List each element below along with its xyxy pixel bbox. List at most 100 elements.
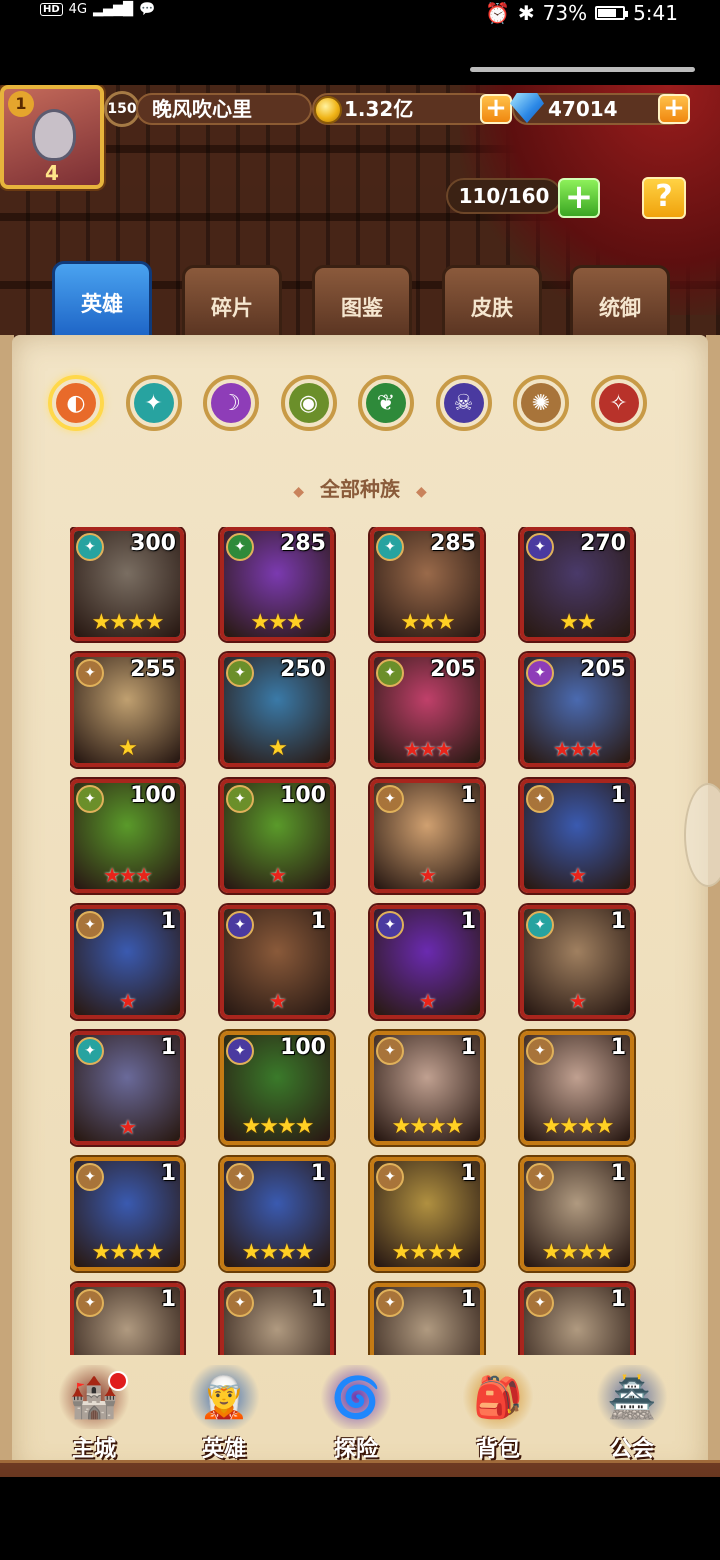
hero-stars: ★ [118, 736, 138, 761]
race-filter-3[interactable]: ◉ [280, 375, 337, 431]
hero-card[interactable]: ✦ 1 ★ [220, 905, 334, 1019]
tab-codex[interactable]: 图鉴 [312, 265, 412, 339]
hero-card[interactable]: ✦ 1 ★★★★ [370, 1157, 484, 1271]
race-title-text: 全部种族 [320, 477, 400, 501]
nav-label: 主城 [71, 1437, 116, 1462]
tab-skins[interactable]: 皮肤 [442, 265, 542, 339]
tab-fragments[interactable]: 碎片 [182, 265, 282, 339]
race-icon: ✦ [226, 1037, 254, 1065]
tab-command[interactable]: 统御 [570, 265, 670, 339]
hero-card[interactable]: ✦ 285 ★★★ [370, 527, 484, 641]
hero-level: 1 [310, 1287, 326, 1312]
hero-card[interactable]: ✦ 100 ★★★★ [220, 1031, 334, 1145]
status-bar: HD 4G ▂▄▆█ 💬 ⏰ ✱ 73% 5:41 [0, 0, 720, 28]
tab-heroes[interactable]: 英雄 [52, 261, 152, 341]
notification-dot [108, 1371, 128, 1391]
hero-level: 1 [460, 783, 476, 808]
hero-level: 205 [430, 657, 476, 682]
hero-card[interactable]: ✦ 1 ★ [370, 779, 484, 893]
hero-level: 1 [160, 909, 176, 934]
player-name: 晚风吹心里 [136, 93, 312, 125]
add-gems-button[interactable]: + [658, 94, 690, 124]
player-avatar[interactable]: 1 4 [0, 85, 104, 189]
hero-card[interactable]: ✦ 1 [220, 1283, 334, 1355]
hero-card[interactable]: ✦ 1 ★ [520, 905, 634, 1019]
hero-card[interactable]: ✦ 1 ★ [70, 1031, 184, 1145]
hero-stars: ★ [269, 863, 287, 887]
hero-level: 270 [580, 531, 626, 556]
rank-badge: 4 [45, 161, 59, 185]
nav-bag[interactable]: 🎒 背包 [438, 1365, 558, 1465]
hero-card[interactable]: ✦ 1 [520, 1283, 634, 1355]
tab-heroes-label: 英雄 [81, 292, 123, 316]
diamond-ornament-icon: ◆ [293, 484, 304, 500]
hero-card[interactable]: ✦ 205 ★★★ [520, 653, 634, 767]
hero-card[interactable]: ✦ 100 ★★★ [70, 779, 184, 893]
race-icon: ✦ [376, 659, 404, 687]
status-left: HD 4G ▂▄▆█ 💬 [40, 2, 155, 17]
race-icon: ✦ [376, 533, 404, 561]
hero-level: 100 [280, 1035, 326, 1060]
hero-card[interactable]: ✦ 1 ★★★★ [520, 1157, 634, 1271]
race-icon: ✦ [526, 1289, 554, 1317]
hero-card[interactable]: ✦ 205 ★★★ [370, 653, 484, 767]
hero-card[interactable]: ✦ 285 ★★★ [220, 527, 334, 641]
bluetooth-icon: ✱ [517, 1, 535, 25]
hero-card[interactable]: ✦ 1 [370, 1283, 484, 1355]
hero-card[interactable]: ✦ 1 ★ [70, 905, 184, 1019]
hero-card[interactable]: ✦ 270 ★★ [520, 527, 634, 641]
hero-stars: ★ [569, 863, 587, 887]
race-filter-7[interactable]: ✧ [590, 375, 647, 431]
book-edge-right [706, 335, 720, 1477]
race-icon: ✦ [376, 785, 404, 813]
race-icon: ✦ [526, 911, 554, 939]
expand-capacity-button[interactable]: + [558, 178, 600, 218]
hero-level: 1 [610, 909, 626, 934]
hero-card[interactable]: ✦ 1 ★★★★ [520, 1031, 634, 1145]
race-filter-4[interactable]: ❦ [358, 375, 414, 431]
hero-card[interactable]: ✦ 1 ★ [520, 779, 634, 893]
hero-level: 1 [460, 1035, 476, 1060]
hero-card[interactable]: ✦ 300 ★★★★ [70, 527, 184, 641]
nav-castle[interactable]: 🏰 主城 [34, 1365, 154, 1465]
help-button[interactable]: ? [642, 177, 686, 219]
hero-stars: ★ [419, 989, 437, 1013]
nav-portal[interactable]: 🌀 探险 [296, 1365, 416, 1465]
race-filter-row: ◐ ✦ ☽ ◉ ❦ ☠ ✺ ✧ [48, 375, 688, 435]
battery-icon [595, 6, 629, 20]
race-icon: ✦ [526, 659, 554, 687]
race-title: ◆ 全部种族 ◆ [0, 473, 720, 502]
race-icon: ✦ [226, 1163, 254, 1191]
hero-card[interactable]: ✦ 250 ★ [220, 653, 334, 767]
hero-card[interactable]: ✦ 1 ★ [370, 905, 484, 1019]
hero-card[interactable]: ✦ 1 ★★★★ [70, 1157, 184, 1271]
add-gold-button[interactable]: + [480, 94, 512, 124]
race-filter-6[interactable]: ✺ [513, 375, 569, 431]
hero-level: 255 [130, 657, 176, 682]
race-filter-1[interactable]: ✦ [125, 375, 182, 431]
hero-level: 100 [280, 783, 326, 808]
hero-stars: ★★★ [400, 610, 455, 635]
nav-label: 探险 [333, 1437, 378, 1462]
hero-card[interactable]: ✦ 1 [70, 1283, 184, 1355]
nav-hero[interactable]: 🧝 英雄 [164, 1365, 284, 1465]
hero-card[interactable]: ✦ 255 ★ [70, 653, 184, 767]
diamond-ornament-icon: ◆ [416, 484, 427, 500]
gold-amount: 1.32亿 [344, 97, 414, 121]
race-icon: ✦ [226, 911, 254, 939]
all-races-filter[interactable]: ◐ [48, 375, 104, 431]
hero-stars: ★ [569, 989, 587, 1013]
hero-card[interactable]: ✦ 1 ★★★★ [220, 1157, 334, 1271]
race-filter-2[interactable]: ☽ [203, 375, 259, 431]
nav-label: 背包 [475, 1437, 520, 1462]
gesture-handle[interactable] [470, 67, 695, 72]
race-icon: ✦ [76, 659, 104, 687]
race-filter-6-icon: ✺ [521, 383, 561, 423]
nav-guild[interactable]: 🏯 公会 [572, 1365, 692, 1465]
hero-card[interactable]: ✦ 100 ★ [220, 779, 334, 893]
hero-level: 1 [160, 1035, 176, 1060]
race-filter-5[interactable]: ☠ [435, 375, 492, 431]
race-filter-3-icon: ◉ [288, 383, 329, 423]
hero-card[interactable]: ✦ 1 ★★★★ [370, 1031, 484, 1145]
race-icon: ✦ [226, 1289, 254, 1317]
